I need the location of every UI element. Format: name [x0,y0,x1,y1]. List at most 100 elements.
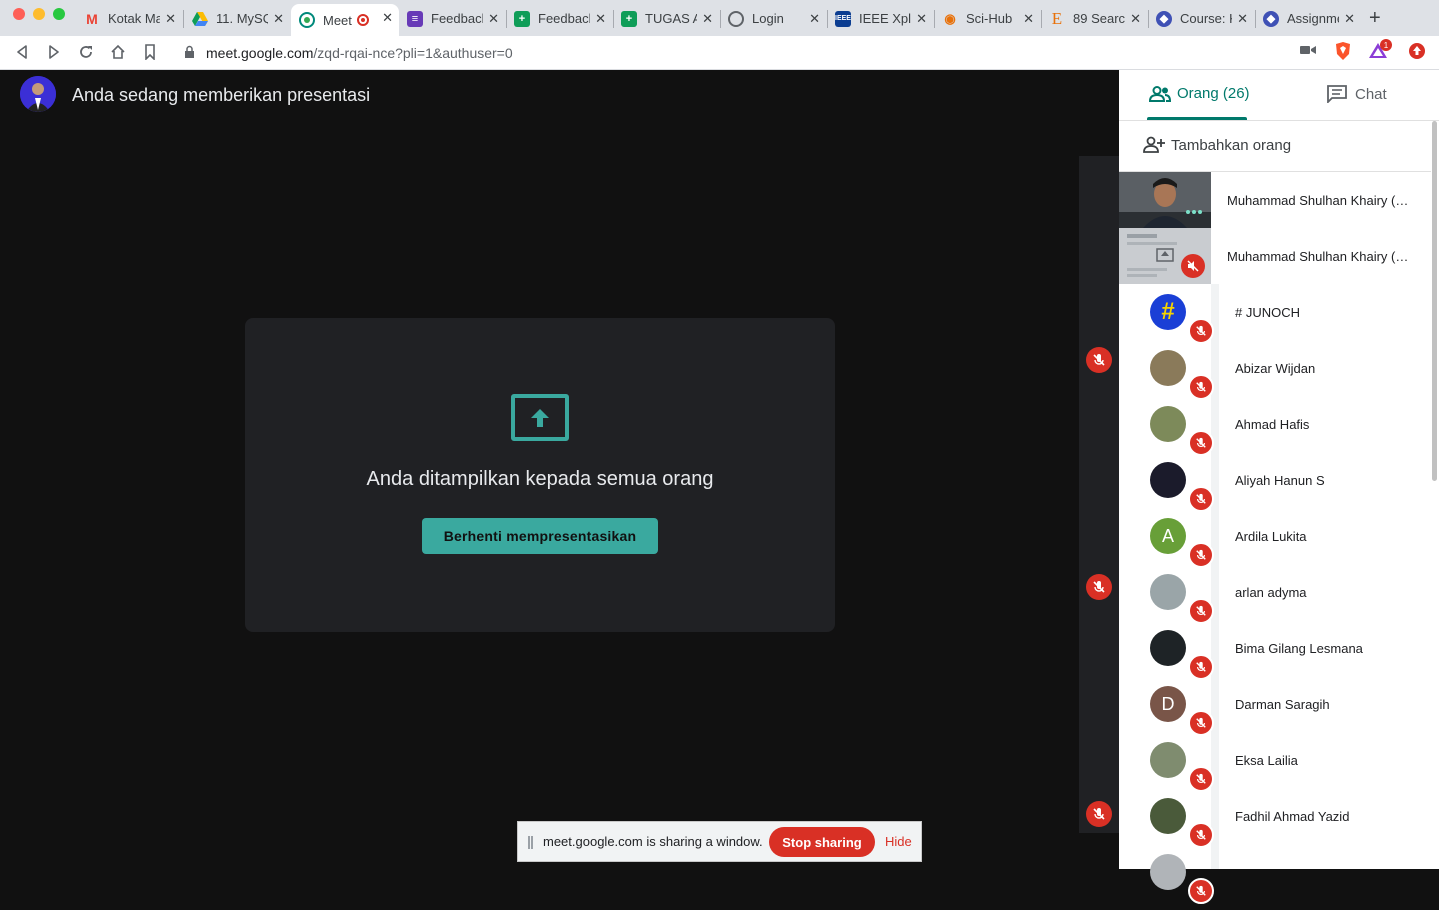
browser-tab[interactable]: ◆ Assignment ✕ [1255,5,1361,32]
drive-icon [192,11,208,27]
mic-off-icon [1188,766,1214,792]
participant-row[interactable]: Aliyah Hanun S [1119,462,1431,518]
tab-label: Meet [323,12,352,28]
self-presentation-name: Muhammad Shulhan Khairy (Presentasi) [1227,249,1417,264]
notification-badge: 1 [1380,39,1392,51]
participant-name: Aliyah Hanun S [1235,473,1325,488]
browser-tab[interactable]: 11. MySQL ✕ [184,5,290,32]
participant-row[interactable]: Bima Gilang Lesmana [1119,630,1431,686]
sheets-icon: + [514,10,530,27]
participant-avatar [1150,574,1186,610]
participant-row[interactable]: A Ardila Lukita [1119,518,1431,574]
browser-tab[interactable]: E 89 Search ✕ [1041,5,1147,32]
browser-tab[interactable]: ◆ Course: K ✕ [1148,5,1254,32]
tab-label: 11. MySQL [216,11,268,26]
close-tab-icon[interactable]: ✕ [1023,11,1034,27]
mic-off-icon [1188,822,1214,848]
participant-row[interactable]: Abizar Wijdan [1119,350,1431,406]
browser-tab[interactable]: Login ✕ [720,5,826,32]
close-tab-icon[interactable]: ✕ [916,11,927,27]
meet-main-area: Anda sedang memberikan presentasi Anda d… [0,70,1119,869]
people-icon [1149,85,1171,102]
browser-tab[interactable]: + TUGAS AKHIR ✕ [613,5,719,32]
course-icon: ◆ [1156,10,1172,27]
participant-row[interactable]: # # JUNOCH [1119,294,1431,350]
tab-people[interactable]: Orang (26) [1149,85,1250,102]
update-icon[interactable] [1408,42,1426,65]
panel-scrollbar[interactable] [1432,121,1437,481]
ieee-icon: IEEE [835,10,851,27]
self-video-tile[interactable] [1119,172,1211,228]
presenter-avatar [20,76,56,112]
new-tab-icon[interactable]: + [1369,7,1381,30]
close-tab-icon[interactable]: ✕ [809,11,820,27]
participant-avatar: D [1150,686,1186,722]
close-tab-icon[interactable]: ✕ [273,11,284,27]
close-tab-icon[interactable]: ✕ [165,11,176,27]
camera-in-use-icon[interactable] [1300,43,1316,61]
mic-off-icon [1188,318,1214,344]
minimize-window-button[interactable] [33,8,45,20]
stop-presenting-button[interactable]: Berhenti mempresentasikan [422,518,658,554]
browser-tab[interactable]: + Feedback ✕ [506,5,612,32]
participant-avatar: A [1150,518,1186,554]
mic-off-icon [1086,801,1112,827]
close-tab-icon[interactable]: ✕ [702,11,713,27]
participant-avatar [1150,462,1186,498]
participant-avatar [1150,854,1186,890]
reload-icon[interactable] [76,42,96,62]
browser-tab[interactable]: ◉ Sci-Hub ✕ [934,5,1040,32]
hide-sharebar-button[interactable]: Hide [885,834,912,849]
close-tab-icon[interactable]: ✕ [1237,11,1248,27]
lock-icon[interactable] [184,45,195,64]
forward-icon[interactable] [44,42,64,62]
chat-icon [1327,85,1347,103]
url-text: meet.google.com/zqd-rqai-nce?pli=1&authu… [206,45,513,61]
browser-tab-bar: M Kotak Masuk ✕ 11. MySQL ✕ Meet ✕ ≡ Fee… [0,0,1439,36]
e-icon: E [1051,8,1063,28]
close-tab-icon[interactable]: ✕ [488,11,499,27]
mic-off-icon [1188,374,1214,400]
stop-sharing-button[interactable]: Stop sharing [769,827,875,857]
close-tab-icon[interactable]: ✕ [1130,11,1141,27]
close-tab-icon[interactable]: ✕ [1344,11,1355,27]
self-participant-name: Muhammad Shulhan Khairy (Anda) [1227,193,1417,208]
browser-tab[interactable]: IEEE IEEE Xplore ✕ [827,5,933,32]
brave-rewards-icon[interactable]: 1 [1368,39,1392,64]
tab-label: Feedback [431,11,483,26]
close-tab-icon[interactable]: ✕ [382,10,393,26]
brave-shield-icon[interactable] [1334,41,1352,66]
tab-label: Course: K [1180,11,1232,26]
close-tab-icon[interactable]: ✕ [595,11,606,27]
close-window-button[interactable] [13,8,25,20]
participant-row[interactable]: D Darman Saragih [1119,686,1431,742]
participant-row[interactable]: arlan adyma [1119,574,1431,630]
gmail-icon: M [86,10,98,27]
muted-audio-icon [1181,254,1205,278]
self-presentation-tile[interactable] [1119,228,1211,284]
home-icon[interactable] [108,42,128,62]
back-icon[interactable] [12,42,32,62]
browser-tab[interactable]: ≡ Feedback ✕ [399,5,505,32]
browser-tab[interactable]: M Kotak Masuk ✕ [76,5,182,32]
participant-row[interactable]: Fadhil Ahmad Yazid [1119,798,1431,854]
tab-label: Kotak Masuk [108,11,160,26]
drag-handle-icon[interactable] [528,836,533,849]
course-icon: ◆ [1263,10,1279,27]
address-bar[interactable]: meet.google.com/zqd-rqai-nce?pli=1&authu… [176,39,1246,66]
maximize-window-button[interactable] [53,8,65,20]
bookmark-icon[interactable] [140,42,160,62]
participant-tiles-strip [1079,156,1119,833]
add-people-button[interactable]: Tambahkan orang [1143,136,1291,154]
recording-icon [357,14,369,26]
tab-chat[interactable]: Chat [1327,85,1387,103]
participant-avatar [1150,742,1186,778]
participant-row[interactable]: Ahmad Hafis [1119,406,1431,462]
participant-name: Ahmad Hafis [1235,417,1310,432]
participant-avatar [1150,406,1186,442]
participant-row[interactable] [1119,854,1431,910]
url-path: /zqd-rqai-nce?pli=1&authuser=0 [313,45,513,61]
browser-tab-active[interactable]: Meet ✕ [291,4,399,36]
stage-message: Anda ditampilkan kepada semua orang [366,468,714,490]
participant-row[interactable]: Eksa Lailia [1119,742,1431,798]
